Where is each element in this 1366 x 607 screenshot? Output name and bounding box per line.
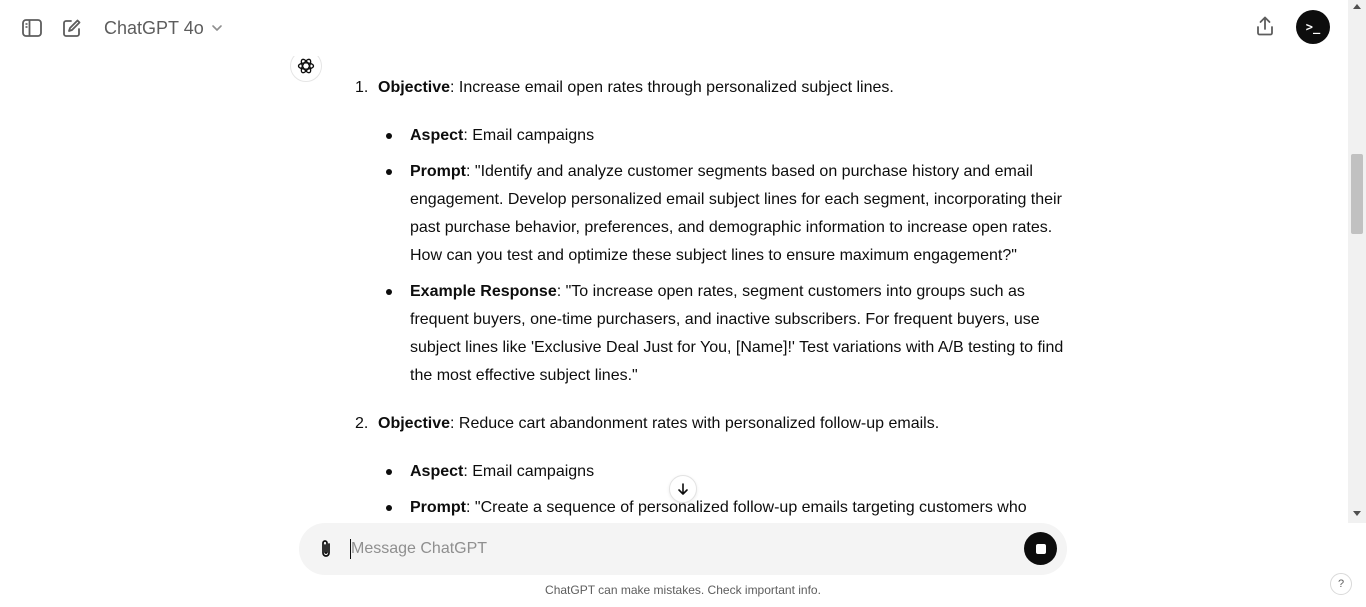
item-text: : Email campaigns <box>463 127 595 144</box>
item-text: : "Identify and analyze customer segment… <box>410 163 1062 264</box>
model-selector[interactable]: ChatGPT 4o <box>96 10 232 46</box>
message-composer <box>299 523 1067 575</box>
top-bar: ChatGPT 4o >_ <box>0 0 1348 56</box>
objective-details: Aspect: Email campaigns Prompt: "Identif… <box>355 122 1065 390</box>
sidebar-toggle-button[interactable] <box>14 10 50 46</box>
objective-text: : Reduce cart abandonment rates with per… <box>450 415 940 432</box>
share-icon <box>1257 16 1273 36</box>
disclaimer-text: ChatGPT can make mistakes. Check importa… <box>545 583 821 597</box>
model-name: ChatGPT 4o <box>104 17 204 38</box>
openai-logo-icon <box>297 58 315 74</box>
list-item: Aspect: Email campaigns <box>355 458 1065 486</box>
page-scrollbar[interactable] <box>1348 0 1366 523</box>
item-text: : Email campaigns <box>463 463 595 480</box>
chat-thread: 1. Objective: Increase email open rates … <box>0 56 1348 523</box>
item-label: Example Response <box>410 283 557 300</box>
new-chat-button[interactable] <box>54 10 90 46</box>
objective-label: Objective <box>378 79 451 96</box>
message-input[interactable] <box>351 535 1011 563</box>
item-text: : "Create a sequence of personalized fol… <box>466 499 1027 516</box>
item-label: Prompt <box>410 163 466 180</box>
list-item: Example Response: "To increase open rate… <box>355 278 1065 390</box>
objective-item: 1. Objective: Increase email open rates … <box>355 74 1065 102</box>
scroll-to-bottom-button[interactable] <box>669 475 697 503</box>
objective-label: Objective <box>378 415 451 432</box>
assistant-avatar <box>290 56 322 82</box>
assistant-message: 1. Objective: Increase email open rates … <box>355 74 1065 523</box>
objective-text: : Increase email open rates through pers… <box>450 79 894 96</box>
objective-number: 1. <box>355 79 369 96</box>
item-label: Aspect <box>410 463 464 480</box>
list-item: Prompt: "Identify and analyze customer s… <box>355 158 1065 270</box>
list-item: Aspect: Email campaigns <box>355 122 1065 150</box>
sidebar-icon <box>22 19 42 37</box>
stop-icon <box>1035 543 1046 554</box>
item-label: Prompt <box>410 499 466 516</box>
user-avatar[interactable]: >_ <box>1296 10 1330 44</box>
help-button[interactable]: ? <box>1330 573 1352 595</box>
paperclip-icon <box>322 540 330 557</box>
item-label: Aspect <box>410 127 464 144</box>
scroll-up-arrow-icon[interactable] <box>1353 4 1361 9</box>
objective-number: 2. <box>355 415 369 432</box>
attach-button[interactable] <box>313 536 339 562</box>
edit-icon <box>63 19 81 37</box>
stop-generating-button[interactable] <box>1024 532 1057 565</box>
list-item: Prompt: "Create a sequence of personaliz… <box>355 494 1065 522</box>
scroll-down-arrow-icon[interactable] <box>1353 511 1361 516</box>
objective-details: Aspect: Email campaigns Prompt: "Create … <box>355 458 1065 522</box>
arrow-down-icon <box>678 483 688 495</box>
terminal-icon: >_ <box>1305 20 1321 34</box>
scrollbar-thumb[interactable] <box>1351 154 1363 234</box>
objective-item: 2. Objective: Reduce cart abandonment ra… <box>355 410 1065 438</box>
share-button[interactable] <box>1247 8 1283 44</box>
chevron-down-icon <box>211 25 222 31</box>
